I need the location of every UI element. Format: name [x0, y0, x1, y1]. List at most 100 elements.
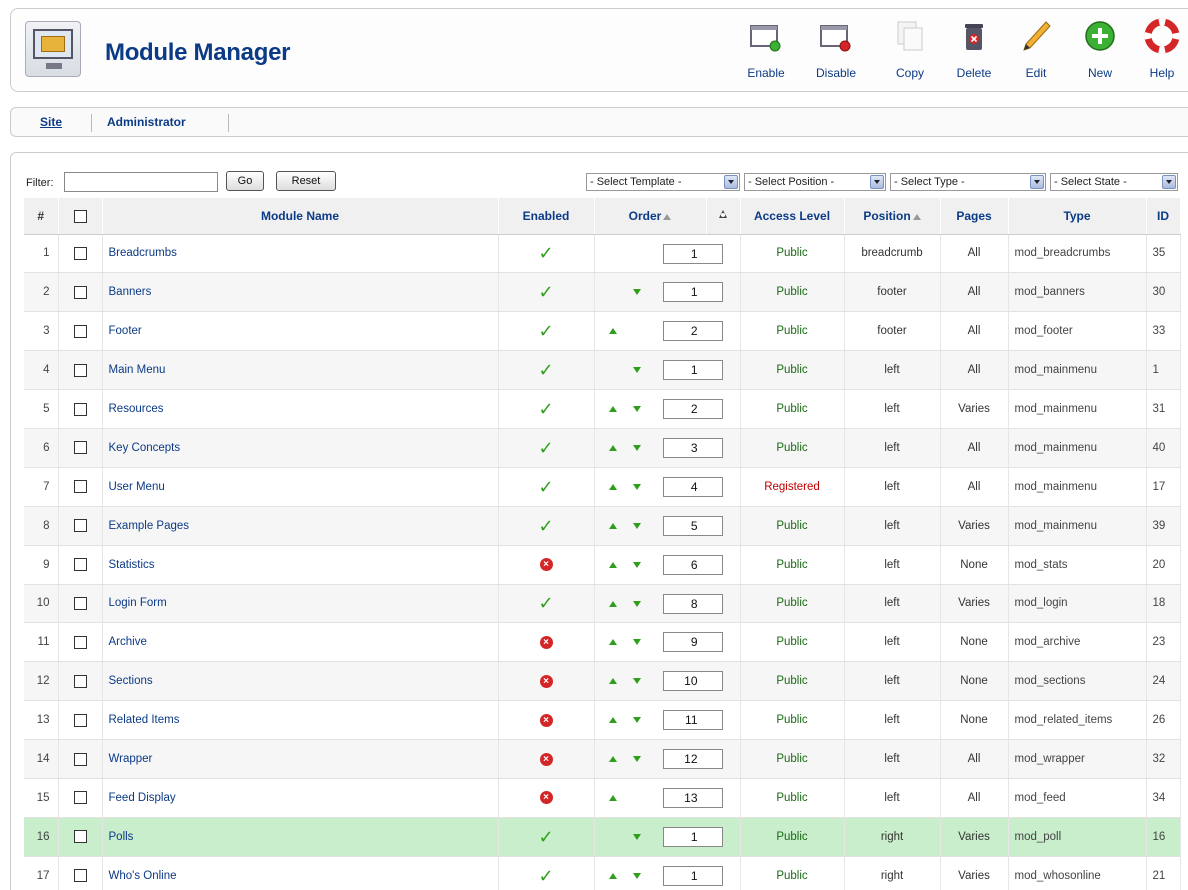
- enabled-check-icon[interactable]: ✓: [538, 321, 553, 341]
- move-up-icon[interactable]: [608, 561, 617, 568]
- order-input[interactable]: 10: [662, 671, 723, 692]
- access-level-link[interactable]: Public: [740, 817, 845, 857]
- move-up-icon[interactable]: [608, 406, 617, 413]
- disabled-x-icon[interactable]: ×: [539, 635, 553, 649]
- move-down-icon[interactable]: [632, 678, 641, 685]
- move-down-icon[interactable]: [632, 367, 641, 374]
- row-checkbox[interactable]: [73, 752, 87, 766]
- module-name-link[interactable]: User Menu: [102, 467, 499, 507]
- move-down-icon[interactable]: [632, 522, 641, 529]
- move-up-icon[interactable]: [608, 678, 617, 685]
- order-input[interactable]: 3: [662, 437, 723, 458]
- row-checkbox[interactable]: [73, 596, 87, 610]
- go-button[interactable]: Go: [226, 171, 264, 191]
- col-pages-header[interactable]: Pages: [940, 198, 1009, 235]
- table-row[interactable]: 13 Related Items × 11 Public left None mod_rela…: [24, 700, 1181, 741]
- order-input[interactable]: 2: [662, 399, 723, 420]
- submenu-administrator-link[interactable]: Administrator: [107, 115, 186, 129]
- submenu-site-link[interactable]: Site: [40, 115, 62, 129]
- access-level-link[interactable]: Public: [740, 506, 845, 546]
- order-input[interactable]: 1: [662, 865, 723, 886]
- module-name-link[interactable]: Wrapper: [102, 739, 499, 779]
- delete-button[interactable]: Delete: [944, 12, 1004, 82]
- enabled-check-icon[interactable]: ✓: [538, 360, 553, 380]
- move-down-icon[interactable]: [632, 756, 641, 763]
- module-name-link[interactable]: Who's Online: [102, 856, 499, 890]
- col-order-header[interactable]: Order: [594, 198, 707, 235]
- move-up-icon[interactable]: [608, 756, 617, 763]
- enabled-check-icon[interactable]: ✓: [538, 243, 553, 263]
- order-input[interactable]: 9: [662, 632, 723, 653]
- disabled-x-icon[interactable]: ×: [539, 713, 553, 727]
- table-row[interactable]: 7 User Menu ✓ 4 Registered left All mod_mainmen…: [24, 467, 1181, 507]
- module-name-link[interactable]: Login Form: [102, 584, 499, 624]
- access-level-link[interactable]: Public: [740, 272, 845, 313]
- select-all-checkbox[interactable]: [73, 209, 87, 223]
- module-name-link[interactable]: Banners: [102, 272, 499, 313]
- table-row[interactable]: 8 Example Pages ✓ 5 Public left Varies mod_main…: [24, 506, 1181, 546]
- col-access-level-header[interactable]: Access Level: [740, 198, 845, 235]
- row-checkbox[interactable]: [73, 285, 87, 299]
- move-down-icon[interactable]: [632, 600, 641, 607]
- move-up-icon[interactable]: [608, 522, 617, 529]
- disable-button[interactable]: Disable: [806, 12, 866, 82]
- table-row[interactable]: 5 Resources ✓ 2 Public left Varies mod_mainmenu…: [24, 389, 1181, 429]
- move-up-icon[interactable]: [608, 717, 617, 724]
- move-up-icon[interactable]: [608, 600, 617, 607]
- col-position-header[interactable]: Position: [844, 198, 941, 235]
- access-level-link[interactable]: Public: [740, 311, 845, 352]
- access-level-link[interactable]: Public: [740, 428, 845, 468]
- access-level-link[interactable]: Public: [740, 856, 845, 890]
- access-level-link[interactable]: Public: [740, 700, 845, 741]
- access-level-link[interactable]: Public: [740, 622, 845, 663]
- module-name-link[interactable]: Related Items: [102, 700, 499, 741]
- select-position[interactable]: - Select Position -: [744, 173, 886, 191]
- row-checkbox[interactable]: [73, 830, 87, 844]
- row-checkbox[interactable]: [73, 674, 87, 688]
- select-template[interactable]: - Select Template -: [586, 173, 740, 191]
- access-level-link[interactable]: Public: [740, 778, 845, 818]
- order-input[interactable]: 1: [662, 826, 723, 847]
- row-checkbox[interactable]: [73, 713, 87, 727]
- move-up-icon[interactable]: [608, 872, 617, 879]
- module-name-link[interactable]: Main Menu: [102, 350, 499, 391]
- move-down-icon[interactable]: [632, 833, 641, 840]
- move-up-icon[interactable]: [608, 794, 617, 801]
- order-input[interactable]: 2: [662, 321, 723, 342]
- copy-button[interactable]: Copy: [880, 12, 940, 82]
- table-row[interactable]: 11 Archive × 9 Public left None mod_archive 23: [24, 622, 1181, 663]
- filter-input[interactable]: [64, 172, 218, 192]
- table-row[interactable]: 17 Who's Online ✓ 1 Public right Varies mod_who…: [24, 856, 1181, 890]
- table-row[interactable]: 9 Statistics × 6 Public left None mod_stats 20: [24, 545, 1181, 585]
- row-checkbox[interactable]: [73, 869, 87, 883]
- access-level-link[interactable]: Public: [740, 584, 845, 624]
- module-name-link[interactable]: Breadcrumbs: [102, 234, 499, 274]
- col-enabled-header[interactable]: Enabled: [498, 198, 595, 235]
- order-input[interactable]: 1: [662, 360, 723, 381]
- row-checkbox[interactable]: [73, 363, 87, 377]
- table-row[interactable]: 3 Footer ✓ 2 Public footer All mod_footer 33: [24, 311, 1181, 352]
- enabled-check-icon[interactable]: ✓: [538, 827, 553, 847]
- disabled-x-icon[interactable]: ×: [539, 558, 553, 572]
- access-level-link[interactable]: Public: [740, 739, 845, 779]
- col-save-order-header[interactable]: [706, 198, 741, 235]
- module-name-link[interactable]: Archive: [102, 622, 499, 663]
- table-row[interactable]: 2 Banners ✓ 1 Public footer All mod_banners 30: [24, 272, 1181, 313]
- reset-button[interactable]: Reset: [276, 171, 336, 191]
- module-name-link[interactable]: Footer: [102, 311, 499, 352]
- disabled-x-icon[interactable]: ×: [539, 752, 553, 766]
- col-module-name-header[interactable]: Module Name: [102, 198, 499, 235]
- row-checkbox[interactable]: [73, 558, 87, 572]
- col-type-header[interactable]: Type: [1008, 198, 1147, 235]
- order-input[interactable]: 6: [662, 554, 723, 575]
- enabled-check-icon[interactable]: ✓: [538, 866, 553, 886]
- move-up-icon[interactable]: [608, 444, 617, 451]
- row-checkbox[interactable]: [73, 635, 87, 649]
- enabled-check-icon[interactable]: ✓: [538, 477, 553, 497]
- move-down-icon[interactable]: [632, 561, 641, 568]
- select-type[interactable]: - Select Type -: [890, 173, 1046, 191]
- order-input[interactable]: 13: [662, 787, 723, 808]
- row-checkbox[interactable]: [73, 402, 87, 416]
- access-level-link[interactable]: Public: [740, 234, 845, 274]
- order-input[interactable]: 11: [662, 710, 723, 731]
